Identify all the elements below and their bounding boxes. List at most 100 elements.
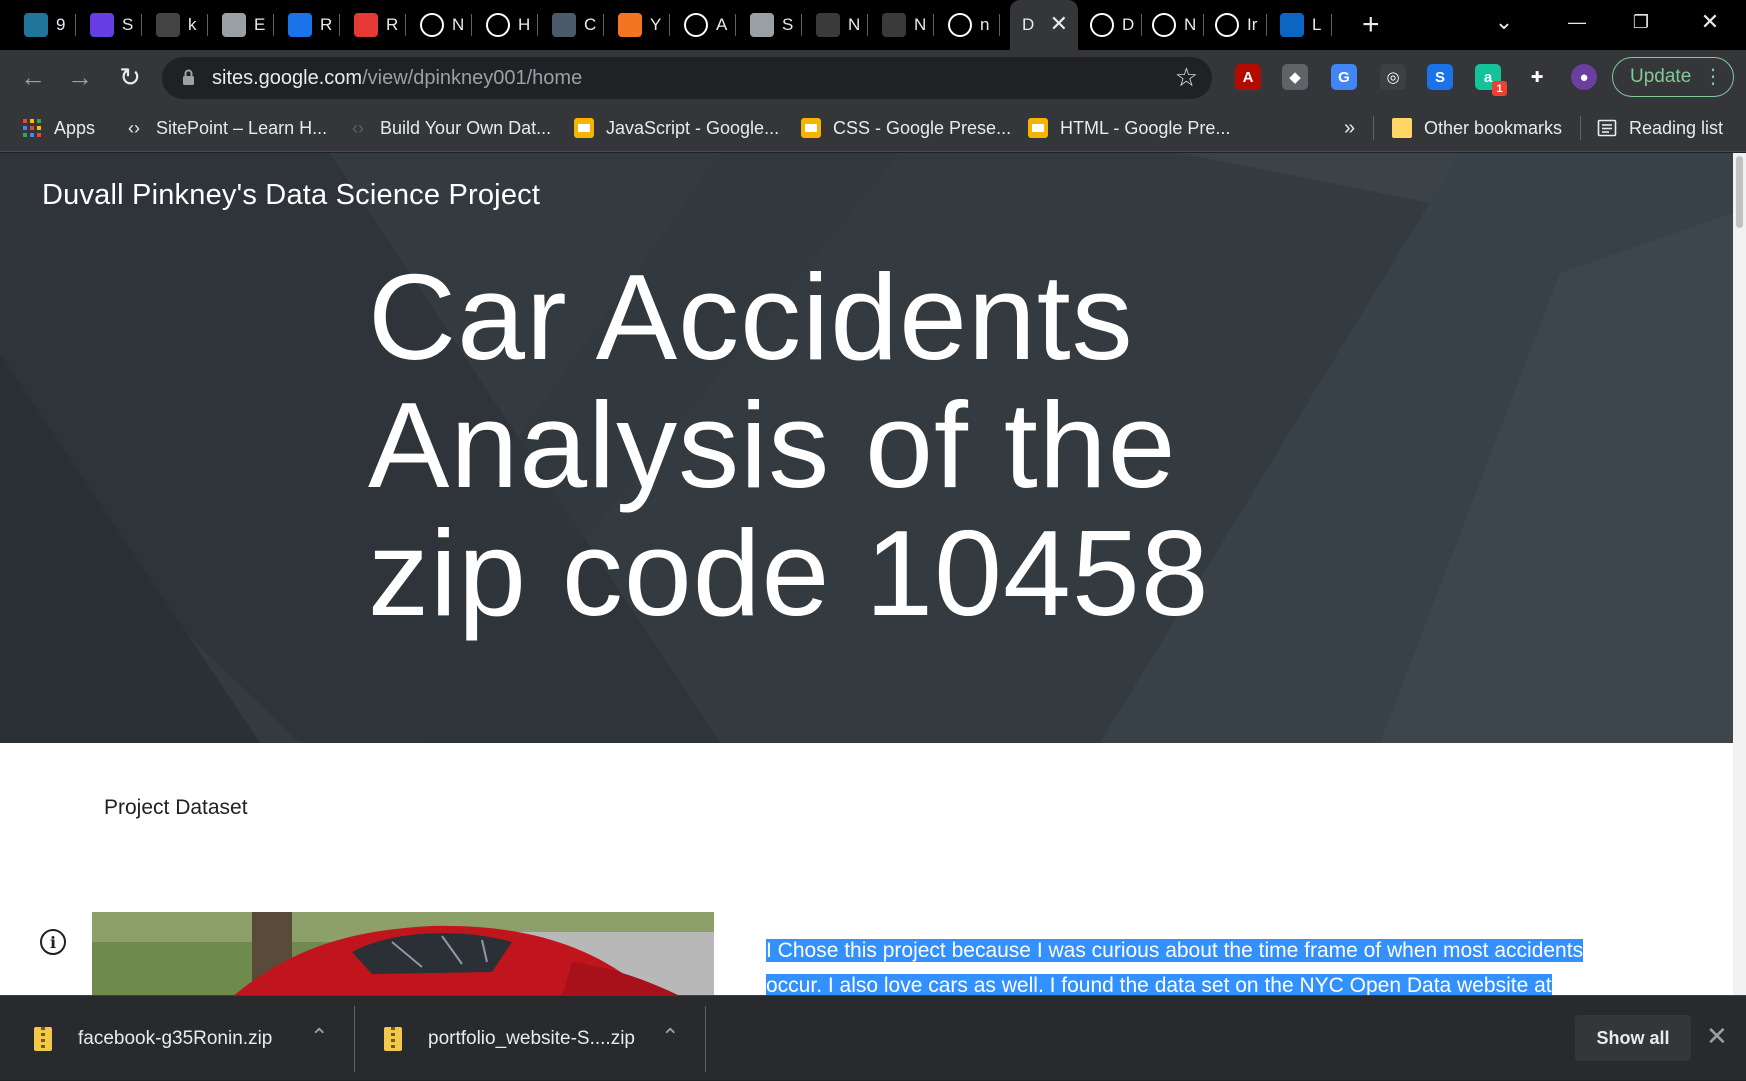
url-path: /view/dpinkney001/home: [362, 67, 583, 89]
chrome-icon: [1152, 13, 1176, 37]
small-triangle-icon: [156, 13, 180, 37]
tab-active[interactable]: D ✕: [1010, 0, 1078, 50]
bookmark-sitepoint[interactable]: ‹› SitePoint – Learn H...: [124, 114, 327, 142]
tab[interactable]: R: [276, 0, 340, 50]
bookmark-star-icon[interactable]: ☆: [1175, 62, 1198, 93]
window-close-button[interactable]: ✕: [1680, 0, 1740, 44]
update-button[interactable]: Update ⋮: [1612, 57, 1734, 97]
tab[interactable]: H: [474, 0, 538, 50]
site-title[interactable]: Duvall Pinkney's Data Science Project: [42, 179, 540, 212]
bookmark-build-your-own[interactable]: ‹› Build Your Own Dat...: [348, 114, 551, 142]
scrollbar-thumb[interactable]: [1736, 156, 1743, 228]
apps-grid-icon: [23, 119, 41, 137]
vertical-scrollbar[interactable]: [1733, 153, 1746, 995]
chevron-up-icon[interactable]: ⌃: [310, 1024, 328, 1050]
show-all-button[interactable]: Show all: [1575, 1015, 1691, 1061]
address-bar[interactable]: sites.google.com/view/dpinkney001/home ☆: [162, 57, 1212, 99]
tab[interactable]: S: [738, 0, 802, 50]
google-translate-icon[interactable]: G: [1331, 64, 1357, 90]
bookmark-label: Build Your Own Dat...: [380, 117, 552, 138]
tab-title: D: [1122, 15, 1135, 34]
tab-title: Ir: [1247, 15, 1258, 34]
tab-title: Y: [650, 15, 662, 34]
linkedin-icon: [1280, 13, 1304, 37]
hero-heading: Car Accidents Analysis of the zip code 1…: [368, 249, 1210, 641]
tab-strip: 9 Sk E R R N H C Y A S N Nn D ✕ D N Ir L + ⌄ — ❐ ✕: [0, 0, 1746, 50]
skype-icon[interactable]: S: [1427, 64, 1453, 90]
tab[interactable]: N: [408, 0, 472, 50]
bookmark-apps[interactable]: Apps: [22, 114, 95, 142]
google-slides-icon: [1028, 118, 1048, 138]
globe-icon: [222, 13, 246, 37]
chrome-icon: [420, 13, 444, 37]
google-slides-icon: [801, 118, 821, 138]
bookmark-label: CSS - Google Prese...: [833, 117, 1012, 138]
tab[interactable]: n: [936, 0, 1000, 50]
tab-title: H: [518, 15, 531, 34]
close-downloads-button[interactable]: ✕: [1706, 1021, 1728, 1052]
tab[interactable]: 9: [12, 0, 76, 50]
tab[interactable]: D: [1078, 0, 1142, 50]
tab[interactable]: L: [1268, 0, 1332, 50]
tab-title: N: [452, 15, 465, 34]
bookmark-label: Reading list: [1629, 117, 1724, 138]
tab[interactable]: N: [804, 0, 868, 50]
tab[interactable]: N: [1140, 0, 1204, 50]
tab[interactable]: S: [78, 0, 142, 50]
tab[interactable]: E: [210, 0, 274, 50]
update-label: Update: [1630, 66, 1692, 87]
puzzle-icon[interactable]: ✚: [1524, 64, 1550, 90]
tab-title: S: [122, 15, 134, 34]
bookmark-other-bookmarks[interactable]: Other bookmarks: [1392, 114, 1562, 142]
info-icon[interactable]: i: [40, 929, 66, 955]
tab-title: 9: [56, 15, 66, 34]
tab[interactable]: k: [144, 0, 208, 50]
bookmark-divider: [1580, 116, 1581, 140]
reload-button[interactable]: ↻: [114, 61, 146, 93]
forward-button[interactable]: →: [64, 61, 96, 93]
reading-list-button[interactable]: Reading list: [1597, 114, 1723, 142]
bookmark-html[interactable]: HTML - Google Pre...: [1028, 114, 1230, 142]
download-shelf: facebook-g35Ronin.zip ⌃ portfolio_websit…: [0, 995, 1746, 1080]
new-tab-button[interactable]: +: [1362, 8, 1380, 42]
adobe-acrobat-icon[interactable]: A: [1235, 64, 1261, 90]
bookmark-javascript[interactable]: JavaScript - Google...: [574, 114, 779, 142]
globe-icon: [750, 13, 774, 37]
blackboard-icon: [882, 13, 906, 37]
back-button[interactable]: ←: [17, 61, 49, 93]
minimize-button[interactable]: —: [1547, 0, 1607, 44]
chevron-up-icon[interactable]: ⌃: [661, 1024, 679, 1050]
download-item[interactable]: facebook-g35Ronin.zip: [34, 996, 272, 1081]
tab-close-icon[interactable]: ✕: [1050, 13, 1068, 35]
grammarly-icon[interactable]: a1: [1475, 64, 1507, 96]
tab[interactable]: N: [870, 0, 934, 50]
tab[interactable]: Ir: [1203, 0, 1267, 50]
url-text: sites.google.com/view/dpinkney001/home: [212, 67, 582, 90]
amazon-icon: [684, 13, 708, 37]
tab-title: A: [716, 15, 728, 34]
bookmark-label: Other bookmarks: [1424, 117, 1563, 138]
podcast-icon[interactable]: ◎: [1380, 64, 1406, 90]
bookmark-divider: [1373, 116, 1374, 140]
avatar[interactable]: ●: [1571, 64, 1597, 90]
tab[interactable]: R: [342, 0, 406, 50]
bookmarks-overflow-button[interactable]: »: [1344, 114, 1355, 142]
reading-list-icon: [1597, 119, 1617, 137]
download-item[interactable]: portfolio_website-S....zip: [384, 996, 635, 1081]
tab-search-button[interactable]: ⌄: [1474, 0, 1534, 44]
download-divider: [354, 1006, 355, 1072]
zip-file-icon: [34, 1026, 52, 1051]
tab-title: N: [1184, 15, 1197, 34]
tab-title: S: [782, 15, 794, 34]
bookmark-css[interactable]: CSS - Google Prese...: [801, 114, 1011, 142]
restore-button[interactable]: ❐: [1611, 0, 1671, 44]
download-divider: [705, 1006, 706, 1072]
tab[interactable]: A: [672, 0, 736, 50]
tab[interactable]: Y: [606, 0, 670, 50]
tab[interactable]: C: [540, 0, 604, 50]
lock-icon: [183, 69, 194, 85]
cube-icon[interactable]: ◆: [1282, 64, 1308, 90]
menu-icon[interactable]: ⋮: [1703, 64, 1723, 89]
bookmark-label: Apps: [54, 117, 96, 138]
tab-title: n: [980, 15, 990, 34]
